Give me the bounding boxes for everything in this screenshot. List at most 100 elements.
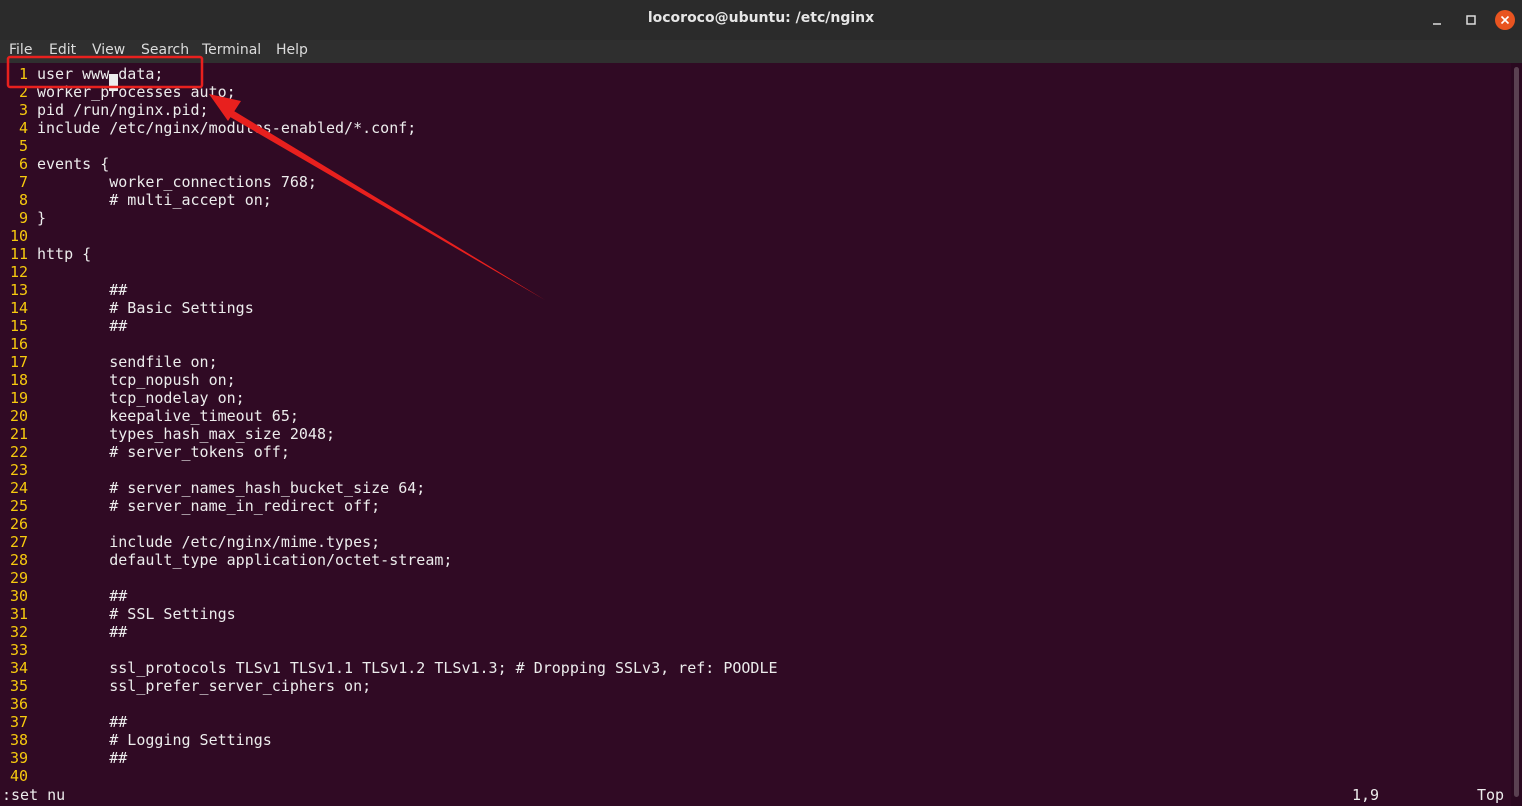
- editor-line[interactable]: 21 types_hash_max_size 2048;: [0, 425, 335, 443]
- editor-line[interactable]: 3 pid /run/nginx.pid;: [0, 101, 209, 119]
- line-text: # multi_accept on;: [37, 191, 272, 209]
- line-number: 31: [9, 605, 28, 623]
- line-number: 25: [9, 497, 28, 515]
- line-number: 8: [18, 191, 28, 209]
- editor-line[interactable]: 29: [0, 569, 37, 587]
- minimize-icon: [1433, 23, 1441, 25]
- editor-line[interactable]: 32 ##: [0, 623, 127, 641]
- line-number: 9: [18, 209, 28, 227]
- line-text: ssl_protocols TLSv1 TLSv1.1 TLSv1.2 TLSv…: [37, 659, 778, 677]
- editor-line[interactable]: 24 # server_names_hash_bucket_size 64;: [0, 479, 425, 497]
- line-text: http {: [37, 245, 92, 263]
- editor-line[interactable]: 35 ssl_prefer_server_ciphers on;: [0, 677, 371, 695]
- editor-line[interactable]: 25 # server_name_in_redirect off;: [0, 497, 380, 515]
- editor-line[interactable]: 10: [0, 227, 37, 245]
- editor-line[interactable]: 6 events {: [0, 155, 109, 173]
- line-number: 38: [9, 731, 28, 749]
- window-title: locoroco@ubuntu: /etc/nginx: [647, 10, 875, 26]
- line-text: user www-data;: [37, 65, 164, 83]
- editor-line[interactable]: 9}: [0, 209, 46, 227]
- line-number: 18: [9, 371, 28, 389]
- editor-line[interactable]: 34 ssl_protocols TLSv1 TLSv1.1 TLSv1.2 T…: [0, 659, 778, 677]
- editor-line[interactable]: 28 default_type application/octet-stream…: [0, 551, 452, 569]
- terminal-area[interactable]: 1 user www-data; 2 worker_processes auto; 3 p…: [0, 63, 1511, 806]
- command-line: :set nu: [2, 786, 66, 804]
- line-number: 3: [18, 101, 28, 119]
- editor-line[interactable]: 40: [0, 767, 37, 785]
- editor-line[interactable]: 5: [0, 137, 37, 155]
- line-number: 17: [9, 353, 28, 371]
- line-text: # Basic Settings: [37, 299, 254, 317]
- menu-bar: File Edit View Search Terminal Help: [0, 40, 1522, 63]
- editor-line[interactable]: 1 user www-data;: [0, 65, 163, 83]
- line-text: ##: [37, 749, 128, 767]
- editor-line[interactable]: 7 worker_connections 768;: [0, 173, 317, 191]
- line-text: worker_processes auto;: [37, 83, 236, 101]
- line-number: 30: [9, 587, 28, 605]
- editor-line[interactable]: 4 include /etc/nginx/modules-enabled/*.co…: [0, 119, 416, 137]
- minimize-button[interactable]: [1427, 10, 1447, 30]
- editor-line[interactable]: 27 include /etc/nginx/mime.types;: [0, 533, 380, 551]
- line-number: 29: [9, 569, 28, 587]
- line-number: 20: [9, 407, 28, 425]
- line-text: # SSL Settings: [37, 605, 236, 623]
- menu-help[interactable]: Help: [276, 42, 308, 58]
- cursor-position: 1,9: [1352, 786, 1380, 804]
- editor-line[interactable]: 38 # Logging Settings: [0, 731, 272, 749]
- editor-line[interactable]: 8 # multi_accept on;: [0, 191, 272, 209]
- editor-line[interactable]: 12: [0, 263, 37, 281]
- editor-line[interactable]: 39 ##: [0, 749, 127, 767]
- line-text: # Logging Settings: [37, 731, 272, 749]
- menu-view[interactable]: View: [92, 42, 125, 58]
- scrollbar[interactable]: [1511, 63, 1522, 806]
- maximize-button[interactable]: [1461, 10, 1481, 30]
- editor-line[interactable]: 36: [0, 695, 37, 713]
- editor-line[interactable]: 22 # server_tokens off;: [0, 443, 290, 461]
- editor-line[interactable]: 11 http {: [0, 245, 91, 263]
- editor-line[interactable]: 31 # SSL Settings: [0, 605, 236, 623]
- editor-line[interactable]: 14 # Basic Settings: [0, 299, 254, 317]
- menu-search[interactable]: Search: [141, 42, 189, 58]
- line-number: 39: [9, 749, 28, 767]
- editor-line[interactable]: 19 tcp_nodelay on;: [0, 389, 245, 407]
- line-number: 2: [18, 83, 28, 101]
- scroll-indicator: Top: [1477, 786, 1505, 804]
- line-number: 36: [9, 695, 28, 713]
- line-text: events {: [37, 155, 110, 173]
- editor-line[interactable]: 33: [0, 641, 37, 659]
- line-number: 21: [9, 425, 28, 443]
- line-number: 28: [9, 551, 28, 569]
- editor-line[interactable]: 37 ##: [0, 713, 127, 731]
- editor-line[interactable]: 20 keepalive_timeout 65;: [0, 407, 299, 425]
- editor-line[interactable]: 23: [0, 461, 37, 479]
- vim-status-line: :set nu 1,9 Top: [0, 786, 1511, 804]
- line-number: 14: [9, 299, 28, 317]
- line-number: 27: [9, 533, 28, 551]
- line-text: # server_names_hash_bucket_size 64;: [37, 479, 426, 497]
- line-text: ##: [37, 281, 128, 299]
- line-text: types_hash_max_size 2048;: [37, 425, 336, 443]
- editor-line[interactable]: 18 tcp_nopush on;: [0, 371, 236, 389]
- line-number: 34: [9, 659, 28, 677]
- menu-edit[interactable]: Edit: [49, 42, 76, 58]
- menu-terminal[interactable]: Terminal: [202, 42, 261, 58]
- editor-line[interactable]: 17 sendfile on;: [0, 353, 218, 371]
- menu-file[interactable]: File: [9, 42, 32, 58]
- close-button[interactable]: [1495, 10, 1515, 30]
- editor-line[interactable]: 26: [0, 515, 37, 533]
- line-text: default_type application/octet-stream;: [37, 551, 453, 569]
- editor-line[interactable]: 30 ##: [0, 587, 127, 605]
- line-number: 13: [9, 281, 28, 299]
- line-number: 40: [9, 767, 28, 785]
- line-number: 37: [9, 713, 28, 731]
- line-text: ##: [37, 317, 128, 335]
- editor-line[interactable]: 13 ##: [0, 281, 127, 299]
- line-number: 26: [9, 515, 28, 533]
- line-text: keepalive_timeout 65;: [37, 407, 299, 425]
- maximize-icon: [1466, 15, 1476, 25]
- editor-line[interactable]: 15 ##: [0, 317, 127, 335]
- editor-line[interactable]: 16: [0, 335, 37, 353]
- line-number: 7: [18, 173, 28, 191]
- line-text: ssl_prefer_server_ciphers on;: [37, 677, 372, 695]
- scrollbar-thumb[interactable]: [1514, 67, 1519, 797]
